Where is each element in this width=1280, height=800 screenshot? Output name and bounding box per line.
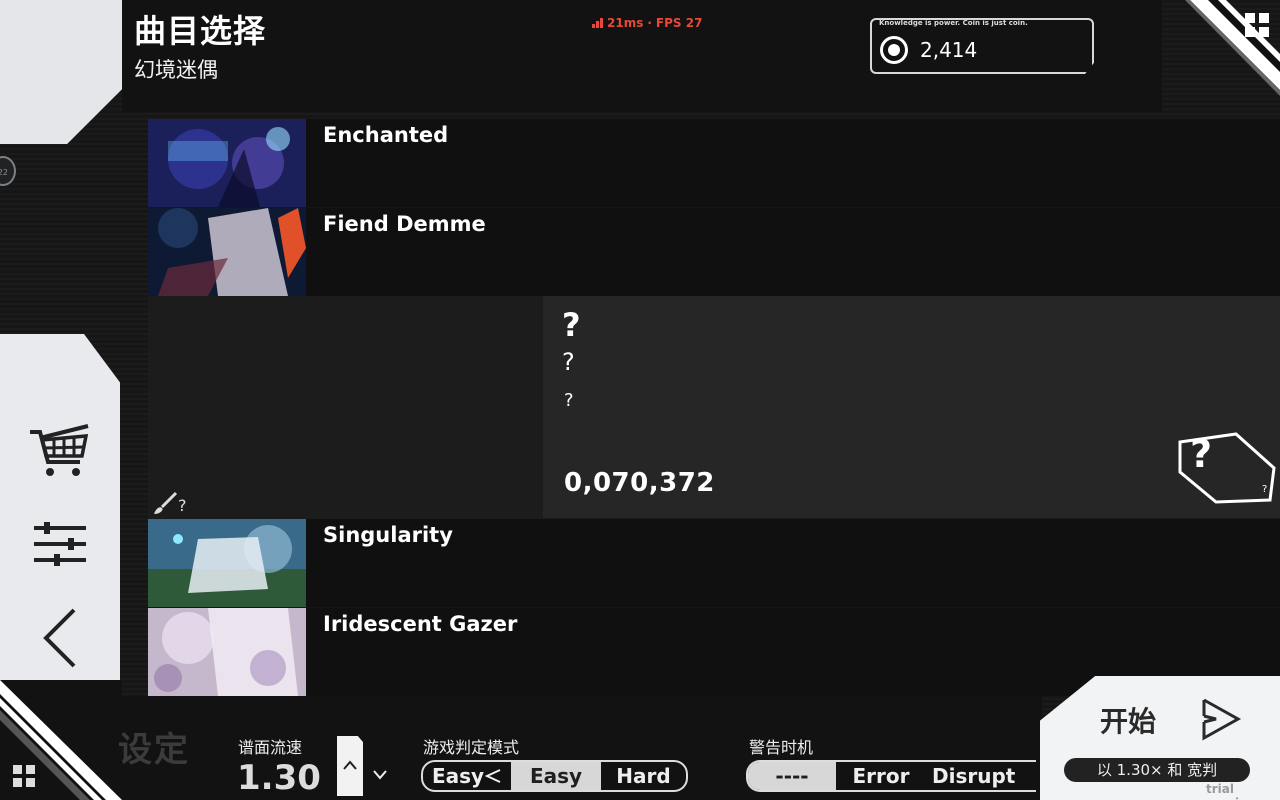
song-title: Iridescent Gazer	[323, 612, 518, 636]
play-arrow-icon[interactable]	[1198, 696, 1244, 742]
start-speed-summary: 以 1.30× 和 宽判	[1064, 758, 1250, 782]
warning-timing-selector: ---- Error Disrupt	[746, 760, 1036, 792]
grade-sub-label: ?	[1262, 484, 1268, 495]
charter-name: ?	[178, 496, 187, 515]
trial-version-label: trial version	[1206, 782, 1256, 800]
chevron-down-icon	[373, 770, 387, 780]
shop-button[interactable]	[28, 418, 92, 482]
fps-value: FPS 27	[655, 16, 703, 30]
judge-option-easy[interactable]: Easy	[511, 762, 601, 790]
coin-value: 2,414	[920, 38, 978, 62]
judge-option-easy-left[interactable]: Easy	[423, 762, 511, 790]
home-grid-icon[interactable]	[12, 764, 36, 788]
signal-icon	[592, 18, 603, 28]
back-button[interactable]	[28, 606, 92, 670]
judge-mode-selector: Easy Easy Hard	[421, 760, 688, 792]
warning-option-label: ----	[775, 764, 809, 788]
perf-separator: ·	[647, 16, 652, 30]
song-row-fiend-demme[interactable]: Fiend Demme	[148, 208, 1280, 296]
song-row-singularity[interactable]: Singularity	[148, 519, 1280, 607]
warning-timing-label: 警告时机	[749, 738, 814, 757]
brush-icon	[154, 491, 178, 514]
chevron-left-icon	[43, 608, 76, 668]
judge-option-hard[interactable]: Hard	[601, 762, 686, 790]
scroll-speed-down-button[interactable]	[368, 764, 392, 786]
scroll-speed-value: 1.30	[237, 758, 321, 798]
judge-option-label: Easy	[431, 764, 485, 788]
page-title: 曲目选择	[134, 12, 267, 50]
song-cover	[148, 519, 306, 607]
scroll-speed-up-button[interactable]	[338, 754, 362, 776]
judge-option-label: Hard	[616, 764, 671, 788]
selected-song-cover[interactable]	[148, 296, 543, 489]
warning-option-label: Disrupt	[932, 764, 1016, 788]
scroll-speed-label: 谱面流速	[238, 738, 303, 757]
judge-option-label: Easy	[529, 764, 583, 788]
song-cover	[148, 608, 306, 696]
song-title: Fiend Demme	[323, 212, 486, 236]
warning-option-none[interactable]: ----	[748, 762, 836, 790]
song-row-enchanted[interactable]: Enchanted	[148, 119, 1280, 207]
coin-icon	[880, 36, 908, 64]
selected-song-illustrator: ?	[564, 390, 574, 411]
warning-option-label: Error	[852, 764, 910, 788]
warning-option-error[interactable]: Error	[836, 762, 926, 790]
coin-tagline: Knowledge is power. Coin is just coin.	[879, 19, 1028, 27]
grade-label: ?	[1190, 432, 1213, 476]
selected-song-artist: ?	[562, 348, 575, 376]
menu-grid-icon[interactable]	[1244, 12, 1270, 38]
best-score: 0,070,372	[564, 468, 715, 498]
selected-song-title: ?	[562, 306, 581, 344]
song-title: Enchanted	[323, 123, 449, 147]
arrow-left-icon	[484, 769, 501, 783]
song-cover	[148, 208, 306, 296]
settings-sliders-button[interactable]	[28, 512, 92, 576]
perf-indicator: 21ms · FPS 27	[592, 16, 702, 30]
chevron-up-icon	[343, 760, 357, 770]
page-subtitle: 幻境迷偶	[134, 58, 218, 82]
song-cover	[148, 119, 306, 207]
ping-value: 21ms	[607, 16, 644, 30]
song-title: Singularity	[323, 523, 453, 547]
warning-option-disrupt[interactable]: Disrupt	[926, 762, 1034, 790]
charter-row	[148, 489, 543, 518]
judge-mode-label: 游戏判定模式	[423, 738, 520, 757]
settings-title: 设定	[118, 730, 190, 770]
sliders-icon	[34, 522, 86, 566]
cart-icon	[30, 424, 89, 476]
start-button[interactable]: 开始	[1100, 700, 1156, 740]
